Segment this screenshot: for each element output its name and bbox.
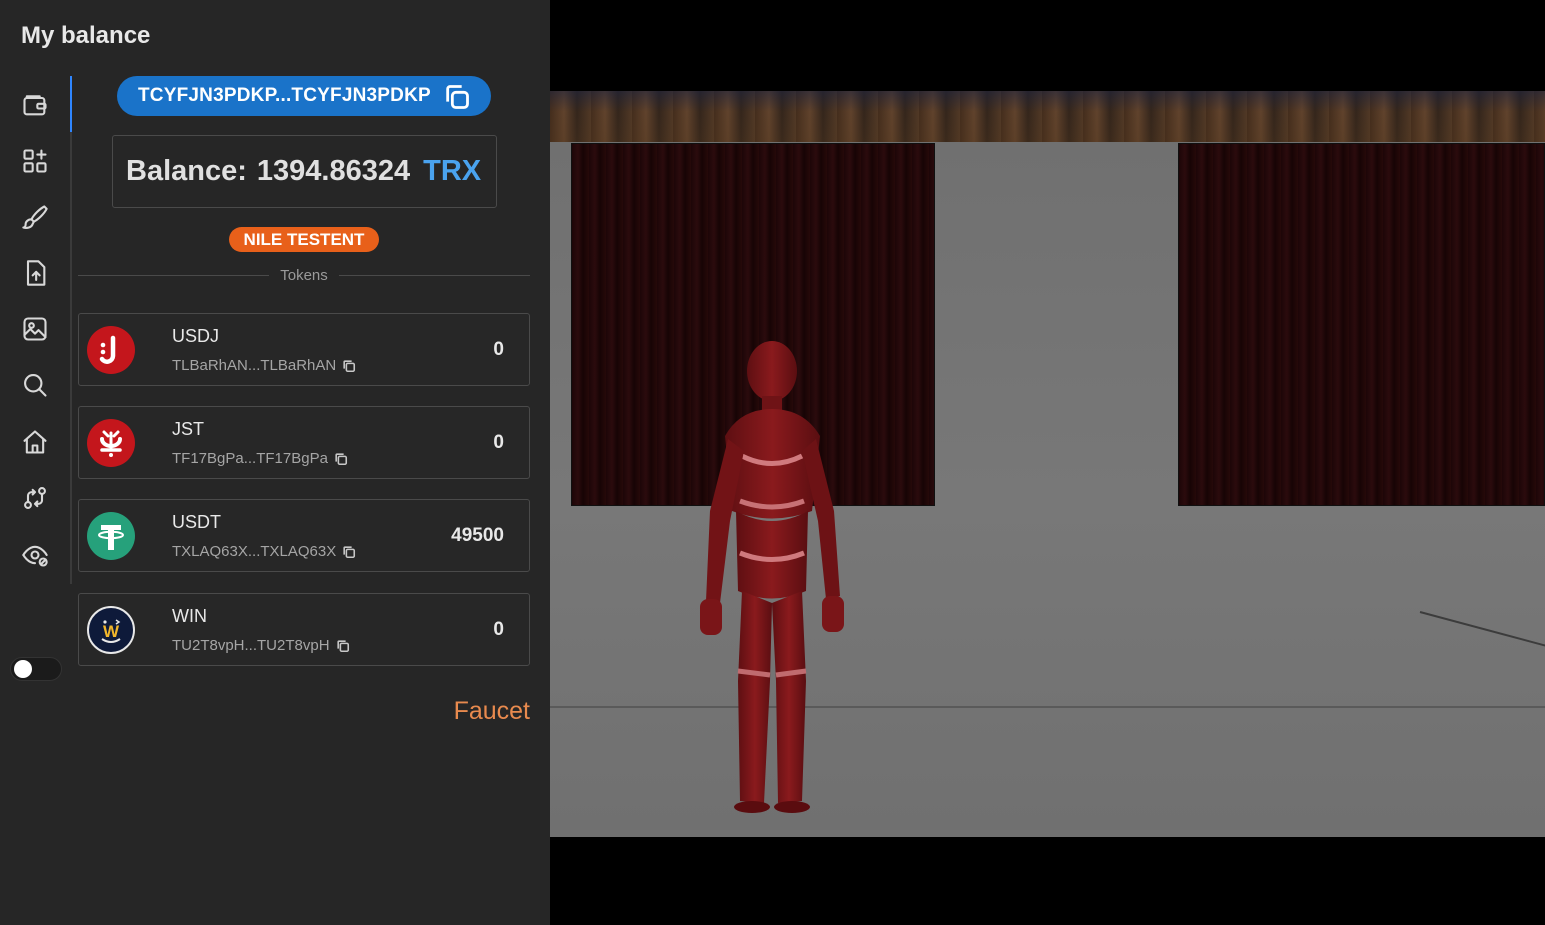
file-upload-icon	[26, 260, 46, 286]
token-amount: 0	[493, 619, 504, 640]
balance-unit: TRX	[423, 155, 482, 187]
token-address: TU2T8vpH...TU2T8vpH	[172, 637, 350, 654]
copy-icon[interactable]	[342, 359, 356, 373]
svg-text:W: W	[103, 622, 120, 641]
player-character	[700, 341, 844, 813]
copy-icon[interactable]	[334, 452, 348, 466]
token-amount: 49500	[451, 525, 504, 546]
network-badge: NILE TESTENT	[229, 227, 379, 252]
nav-swap[interactable]	[18, 481, 52, 515]
usdj-logo	[87, 326, 135, 374]
token-address-text: TU2T8vpH...TU2T8vpH	[172, 637, 330, 654]
copy-icon[interactable]	[342, 545, 356, 559]
apps-add-icon	[23, 149, 47, 173]
brush-icon	[22, 205, 48, 229]
nav-search[interactable]	[18, 368, 52, 402]
faucet-link[interactable]: Faucet	[454, 697, 530, 726]
wallet-address: TCYFJN3PDKP...TCYFJN3PDKP	[138, 85, 431, 106]
wallet-address-button[interactable]: TCYFJN3PDKP...TCYFJN3PDKP	[117, 76, 491, 116]
wallet-icon	[23, 95, 47, 116]
copy-address-icon[interactable]	[443, 83, 471, 111]
nav-active-indicator	[70, 76, 72, 132]
balance-box: Balance: 1394.86324 TRX	[112, 135, 497, 208]
token-name: WIN	[172, 606, 207, 626]
nav-brush[interactable]	[18, 200, 52, 234]
divider-left	[78, 275, 269, 276]
nav-visibility[interactable]	[18, 538, 52, 572]
nav-wallet[interactable]	[18, 88, 52, 122]
token-row-jst[interactable]: JST TF17BgPa...TF17BgPa 0	[78, 406, 530, 479]
image-icon	[23, 317, 47, 341]
ceiling-shade	[550, 91, 1545, 142]
token-row-usdt[interactable]: USDT TXLAQ63X...TXLAQ63X 49500	[78, 499, 530, 572]
wall-panel-right	[1178, 143, 1545, 506]
win-logo: W	[87, 606, 135, 654]
nav-gallery[interactable]	[18, 312, 52, 346]
token-row-usdj[interactable]: USDJ TLBaRhAN...TLBaRhAN 0	[78, 313, 530, 386]
token-address-text: TXLAQ63X...TXLAQ63X	[172, 543, 337, 560]
balance-label: Balance:	[126, 155, 247, 187]
tokens-heading: Tokens	[280, 267, 328, 284]
toggle-knob	[14, 660, 32, 678]
nav-apps[interactable]	[18, 144, 52, 178]
token-address-text: TLBaRhAN...TLBaRhAN	[172, 357, 337, 374]
token-name: USDT	[172, 512, 221, 532]
token-address: TLBaRhAN...TLBaRhAN	[172, 357, 356, 374]
balance-panel: My balance TCYFJN3PDKP...TCYFJN3PDKP Bal…	[0, 0, 550, 925]
token-amount: 0	[493, 432, 504, 453]
token-row-win[interactable]: W WIN TU2T8vpH...TU2T8vpH 0	[78, 593, 530, 666]
token-name: USDJ	[172, 326, 220, 346]
nav-upload[interactable]	[18, 256, 52, 290]
token-amount: 0	[493, 339, 504, 360]
token-name: JST	[172, 419, 205, 439]
theme-toggle[interactable]	[10, 657, 62, 681]
token-address: TF17BgPa...TF17BgPa	[172, 450, 348, 467]
nav-rail	[70, 76, 72, 584]
divider-right	[339, 275, 530, 276]
token-address-text: TF17BgPa...TF17BgPa	[172, 450, 328, 467]
token-address: TXLAQ63X...TXLAQ63X	[172, 543, 356, 560]
eye-settings-icon	[22, 545, 48, 567]
game-viewport[interactable]	[550, 0, 1545, 925]
search-icon	[24, 374, 47, 397]
home-icon	[23, 430, 47, 454]
swap-icon	[24, 487, 46, 509]
game-scene[interactable]	[550, 91, 1545, 837]
panel-title: My balance	[21, 22, 151, 49]
copy-icon[interactable]	[336, 639, 350, 653]
nav-home[interactable]	[18, 425, 52, 459]
usdt-logo	[87, 512, 135, 560]
floor-shadow	[1419, 611, 1545, 650]
balance-value: 1394.86324	[256, 155, 411, 187]
jst-logo	[87, 419, 135, 467]
